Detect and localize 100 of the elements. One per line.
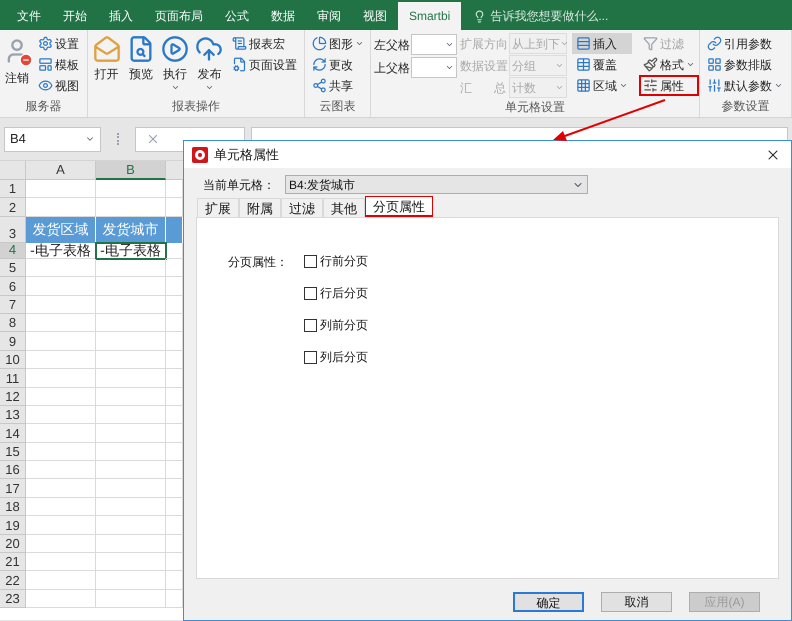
ribbon-button[interactable]: 执行 (160, 33, 191, 97)
table-cell (26, 498, 96, 516)
ribbon-button[interactable]: 属性 (639, 75, 699, 96)
name-box[interactable]: B4 (4, 126, 101, 152)
caret-icon (555, 83, 564, 92)
checkbox-option[interactable]: 行前分页 (304, 252, 368, 270)
ribbon-tab[interactable]: Smartbi (398, 2, 462, 30)
ribbon-button[interactable]: 覆盖 (572, 54, 632, 75)
row-header[interactable]: 17 (0, 479, 26, 498)
current-cell-select[interactable]: B4:发货城市 (285, 175, 588, 194)
ribbon-button[interactable]: 设置 (34, 33, 83, 54)
dialog-tab[interactable]: 其他 (323, 198, 365, 217)
ribbon-tab[interactable]: 公式 (214, 2, 260, 30)
row-header[interactable]: 4 (0, 242, 26, 259)
ribbon-tab[interactable]: 审阅 (306, 2, 352, 30)
ribbon-button[interactable]: 页面设置 (228, 54, 301, 75)
ribbon-button[interactable]: 默认参数 (703, 75, 787, 96)
ribbon-button[interactable]: 引用参数 (703, 33, 787, 54)
row-header[interactable]: 22 (0, 571, 26, 590)
ribbon-icon (707, 36, 722, 51)
dialog-tab[interactable]: 扩展 (197, 198, 239, 217)
ribbon-button[interactable]: 区域 (572, 75, 632, 96)
ribbon-icon (643, 57, 658, 72)
checkbox[interactable] (304, 318, 317, 332)
dialog-button[interactable]: 取消 (601, 592, 672, 612)
checkbox[interactable] (304, 254, 317, 268)
ribbon-icon (92, 35, 121, 63)
ribbon-button[interactable]: 模板 (34, 54, 83, 75)
table-cell (96, 180, 166, 198)
ribbon-button[interactable]: 注销 (3, 33, 31, 97)
header-cell: 发货城市 (96, 216, 166, 243)
dialog-tab[interactable]: 过滤 (281, 198, 323, 217)
row-header[interactable]: 23 (0, 590, 26, 608)
group-label: 服务器 (24, 98, 62, 115)
row-header[interactable]: 18 (0, 498, 26, 516)
ribbon-button[interactable]: 报表宏 (228, 33, 301, 54)
row-header[interactable]: 7 (0, 296, 26, 314)
field-label: 扩展方向 (460, 36, 506, 52)
checkbox-option[interactable]: 列后分页 (304, 348, 368, 366)
ribbon-button[interactable]: 视图 (34, 75, 83, 96)
ribbon-icon (38, 57, 53, 72)
row-header[interactable]: 1 (0, 180, 26, 198)
row-header[interactable]: 5 (0, 258, 26, 278)
ribbon-icon (232, 36, 247, 51)
table-cell (96, 553, 166, 572)
group-label: 云图表 (318, 98, 356, 115)
ribbon-icon (576, 36, 591, 51)
table-cell (96, 479, 166, 498)
checkbox-option[interactable]: 列前分页 (304, 316, 368, 334)
ribbon-button[interactable]: 参数排版 (703, 54, 787, 75)
ribbon-tab[interactable]: 插入 (98, 2, 144, 30)
ribbon-button[interactable]: 图形 (308, 33, 368, 54)
table-cell (96, 424, 166, 443)
ribbon-tab[interactable]: 开始 (52, 2, 98, 30)
checkbox-option[interactable]: 行后分页 (304, 284, 368, 302)
dialog-tab[interactable]: 分页属性 (365, 196, 433, 217)
row-header[interactable]: 21 (0, 553, 26, 572)
ribbon-tab[interactable]: 视图 (352, 2, 398, 30)
row-header[interactable]: 12 (0, 388, 26, 406)
row-header[interactable]: 11 (0, 369, 26, 388)
row-header[interactable]: 13 (0, 406, 26, 424)
row-header[interactable]: 10 (0, 350, 26, 370)
caret-icon (170, 83, 180, 92)
caret-icon (445, 63, 454, 72)
row-header[interactable]: 14 (0, 424, 26, 443)
row-header[interactable]: 15 (0, 442, 26, 462)
row-header[interactable]: 19 (0, 516, 26, 535)
checkbox[interactable] (304, 350, 317, 364)
group-label: 报表操作 (171, 98, 221, 115)
row-header[interactable]: 20 (0, 534, 26, 554)
column-header[interactable]: B (96, 161, 166, 180)
ribbon-button[interactable]: 打开 (91, 33, 122, 97)
ribbon-icon (312, 78, 327, 93)
table-cell (26, 277, 96, 296)
row-header[interactable]: 2 (0, 198, 26, 217)
row-header[interactable]: 3 (0, 216, 26, 243)
ribbon-tab[interactable]: 页面布局 (144, 2, 214, 30)
ribbon-button[interactable]: 格式 (639, 54, 699, 75)
ribbon-icon (707, 57, 722, 72)
ribbon-button[interactable]: 插入 (572, 33, 632, 54)
table-cell (96, 314, 166, 332)
search-field[interactable]: 告诉我您想要做什么... (490, 7, 660, 25)
field-label: 数据设置 (460, 58, 506, 74)
dialog-button[interactable]: 确定 (513, 592, 584, 612)
ribbon-tab[interactable]: 数据 (260, 2, 306, 30)
ribbon-tab[interactable]: 文件 (6, 2, 52, 30)
ribbon-button[interactable]: 更改 (308, 54, 368, 75)
row-header[interactable]: 9 (0, 332, 26, 351)
group-label: 单元格设置 (504, 99, 566, 116)
checkbox[interactable] (304, 286, 317, 300)
ribbon-button[interactable]: 共享 (308, 75, 368, 96)
row-header[interactable]: 6 (0, 277, 26, 296)
table-cell (96, 571, 166, 590)
row-header[interactable]: 8 (0, 314, 26, 332)
ribbon-button[interactable]: 发布 (194, 33, 225, 97)
table-cell (26, 571, 96, 590)
ribbon-button[interactable]: 预览 (125, 33, 156, 97)
dialog-tab[interactable]: 附属 (239, 198, 281, 217)
row-header[interactable]: 16 (0, 461, 26, 480)
ribbon-icon (232, 57, 247, 72)
